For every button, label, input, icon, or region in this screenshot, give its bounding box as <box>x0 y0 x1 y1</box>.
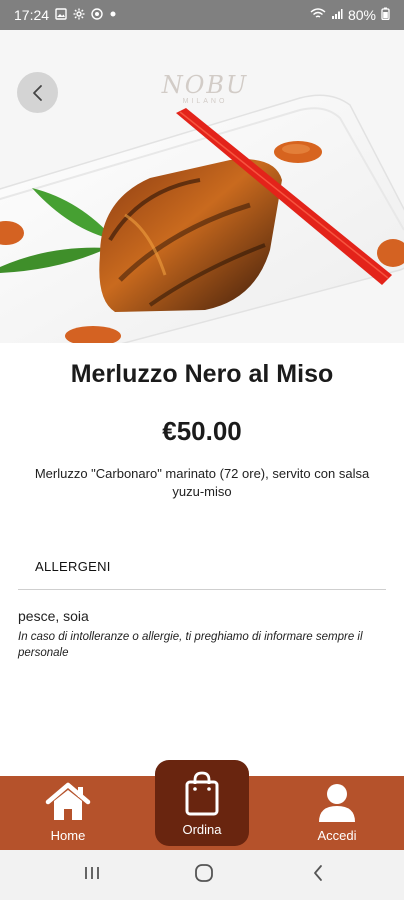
allergens-note: In caso di intolleranze o allergie, ti p… <box>18 631 363 659</box>
divider <box>18 589 386 590</box>
signal-icon <box>331 8 343 23</box>
chevron-left-icon <box>31 84 45 102</box>
system-nav <box>0 850 404 900</box>
allergens-list: pesce, soia <box>18 608 89 624</box>
home-icon <box>44 782 92 825</box>
settings-icon <box>73 8 85 23</box>
user-icon <box>317 782 357 825</box>
back-icon <box>312 864 324 887</box>
nav-home-label: Home <box>50 828 86 843</box>
product-price: €50.00 <box>162 416 242 446</box>
battery-icon <box>381 7 390 23</box>
back-button[interactable] <box>17 72 58 113</box>
hero-image: NOBU MILANO <box>0 30 404 343</box>
status-left: 17:24 <box>14 7 117 23</box>
nav-ordina[interactable]: Ordina <box>155 760 249 846</box>
allergens-header: ALLERGENI <box>35 559 111 574</box>
home-circle-icon <box>194 863 214 888</box>
vpn-icon <box>91 7 103 23</box>
recents-button[interactable] <box>72 862 112 888</box>
logo-subtext: MILANO <box>182 98 228 105</box>
battery-percent: 80% <box>347 7 376 23</box>
status-time: 17:24 <box>14 7 50 23</box>
system-home-button[interactable] <box>184 862 224 888</box>
product-description: Merluzzo "Carbonaro" marinato (72 ore), … <box>34 466 370 499</box>
nav-accedi[interactable]: Accedi <box>287 776 387 850</box>
restaurant-logo: NOBU MILANO <box>150 72 260 105</box>
logo-text: NOBU <box>161 71 249 99</box>
product-title: Merluzzo Nero al Miso <box>70 360 334 388</box>
nav-accedi-label: Accedi <box>317 828 357 843</box>
recents-icon <box>83 865 101 886</box>
status-right: 80% <box>310 7 390 23</box>
wifi-icon <box>310 7 326 23</box>
dot-icon <box>109 10 117 21</box>
nav-home[interactable]: Home <box>18 776 118 850</box>
shopping-bag-icon <box>182 770 222 819</box>
system-back-button[interactable] <box>298 862 338 888</box>
nav-ordina-label: Ordina <box>182 822 222 837</box>
gallery-icon <box>55 7 67 23</box>
status-bar: 17:24 80% <box>0 0 404 30</box>
